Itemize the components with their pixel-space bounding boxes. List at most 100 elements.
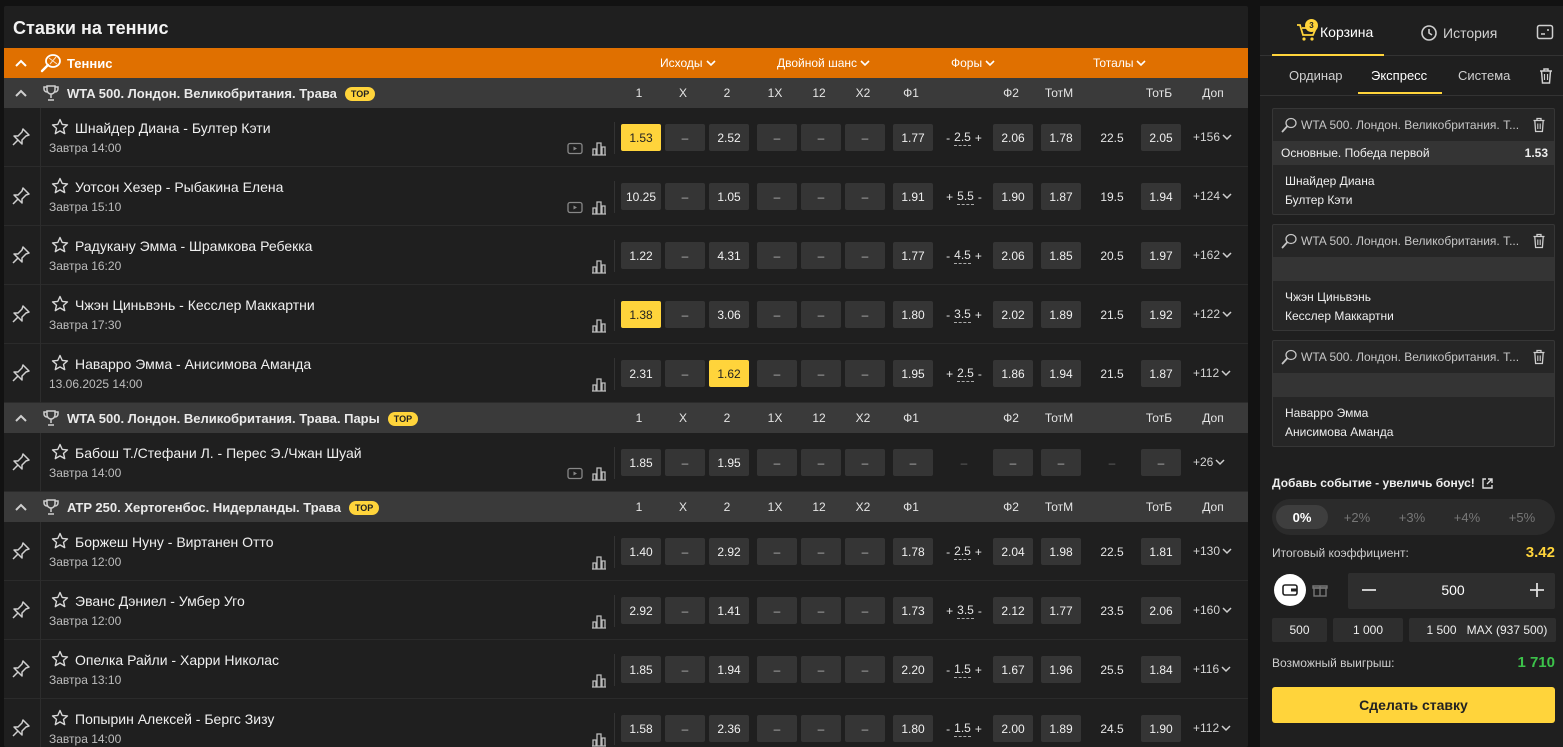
odd-button[interactable]: 1.81 xyxy=(1141,538,1181,565)
odd-button[interactable]: – xyxy=(801,183,841,210)
more-markets-button[interactable]: +122 xyxy=(1193,307,1232,321)
odd-button[interactable]: – xyxy=(801,449,841,476)
trash-icon[interactable] xyxy=(1532,233,1546,249)
total-value[interactable]: 20.5 xyxy=(1088,242,1136,269)
odd-button[interactable]: 2.52 xyxy=(709,124,749,151)
odd-button[interactable]: – xyxy=(845,449,885,476)
total-value[interactable]: 23.5 xyxy=(1088,597,1136,624)
odd-button[interactable]: 2.36 xyxy=(709,715,749,742)
odd-button[interactable]: 1.86 xyxy=(993,360,1033,387)
league-header[interactable]: WTA 500. Лондон. Великобритания. Трава TO… xyxy=(4,78,1248,108)
handicap-sign[interactable]: + xyxy=(946,604,953,618)
statistics-icon[interactable] xyxy=(591,377,607,392)
handicap-sign[interactable]: - xyxy=(946,131,950,145)
odd-button[interactable]: – xyxy=(845,715,885,742)
handicap-value[interactable]: -2.5 + xyxy=(940,538,988,565)
handicap-value[interactable]: +3.5- xyxy=(940,597,988,624)
handicap-sign[interactable]: + xyxy=(975,131,982,145)
handicap-value[interactable]: -2.5 + xyxy=(940,124,988,151)
favorite-star-icon[interactable] xyxy=(51,443,69,461)
handicap-line[interactable]: 3.5 xyxy=(957,603,974,619)
pin-icon[interactable] xyxy=(11,541,31,561)
odd-button[interactable]: – xyxy=(801,242,841,269)
handicap-sign[interactable]: - xyxy=(978,604,982,618)
bonus-option[interactable]: 0% xyxy=(1276,505,1328,529)
odd-button[interactable]: 1.40 xyxy=(621,538,661,565)
group-outcomes[interactable]: Исходы xyxy=(660,56,716,70)
tab-history[interactable]: История xyxy=(1420,24,1497,42)
bonus-title[interactable]: Добавь событие - увеличь бонус! xyxy=(1272,476,1494,490)
odd-button[interactable]: 1.78 xyxy=(1041,124,1081,151)
statistics-icon[interactable] xyxy=(591,259,607,274)
mode-express[interactable]: Экспресс xyxy=(1371,68,1427,83)
odd-button[interactable]: – xyxy=(757,301,797,328)
max-amount-button[interactable]: MAX (937 500) xyxy=(1458,618,1556,642)
statistics-icon[interactable] xyxy=(591,673,607,688)
odd-button[interactable]: – xyxy=(845,360,885,387)
event-teams[interactable]: Эванс Дэниел - Умбер Уго xyxy=(75,593,245,609)
handicap-sign[interactable]: + xyxy=(946,367,953,381)
handicap-sign[interactable]: + xyxy=(975,663,982,677)
handicap-sign[interactable]: - xyxy=(978,367,982,381)
odd-button[interactable]: 1.97 xyxy=(1141,242,1181,269)
video-icon[interactable] xyxy=(567,467,583,480)
gift-icon[interactable] xyxy=(1312,582,1328,598)
odd-button[interactable]: – xyxy=(665,538,705,565)
bonus-option[interactable]: +4% xyxy=(1441,505,1493,529)
statistics-icon[interactable] xyxy=(591,555,607,570)
odd-button[interactable]: 1.95 xyxy=(893,360,933,387)
external-link-icon[interactable] xyxy=(1481,477,1494,490)
event-teams[interactable]: Шнайдер Диана - Бултер Кэти xyxy=(75,120,271,136)
favorite-star-icon[interactable] xyxy=(51,650,69,668)
handicap-value[interactable]: -1.5 + xyxy=(940,715,988,742)
handicap-sign[interactable]: - xyxy=(946,308,950,322)
odd-button[interactable]: – xyxy=(845,597,885,624)
odd-button[interactable]: 1.94 xyxy=(1041,360,1081,387)
odd-button[interactable]: 2.12 xyxy=(993,597,1033,624)
odd-button[interactable]: – xyxy=(757,449,797,476)
odd-button[interactable]: 1.80 xyxy=(893,715,933,742)
odd-button[interactable]: – xyxy=(665,656,705,683)
odd-button[interactable]: 1.90 xyxy=(993,183,1033,210)
bonus-option[interactable]: +3% xyxy=(1386,505,1438,529)
handicap-sign[interactable]: - xyxy=(946,249,950,263)
more-markets-button[interactable]: +112 xyxy=(1193,366,1231,380)
pin-icon[interactable] xyxy=(11,127,31,147)
handicap-value[interactable]: +2.5- xyxy=(940,360,988,387)
odd-button[interactable]: – xyxy=(801,538,841,565)
odd-button[interactable]: 1.22 xyxy=(621,242,661,269)
mode-system[interactable]: Система xyxy=(1458,68,1510,83)
odd-button[interactable]: 1.95 xyxy=(709,449,749,476)
odd-button[interactable]: – xyxy=(801,597,841,624)
wallet-toggle[interactable] xyxy=(1274,574,1306,606)
more-markets-button[interactable]: +116 xyxy=(1193,662,1231,676)
odd-button[interactable]: – xyxy=(757,538,797,565)
odd-button[interactable]: 2.06 xyxy=(1141,597,1181,624)
handicap-sign[interactable]: + xyxy=(975,249,982,263)
odd-button[interactable]: 1.77 xyxy=(893,124,933,151)
odd-button[interactable]: 1.41 xyxy=(709,597,749,624)
handicap-sign[interactable]: - xyxy=(946,663,950,677)
odd-button[interactable]: – xyxy=(845,124,885,151)
handicap-line[interactable]: 1.5 xyxy=(954,721,971,737)
sport-header[interactable]: Теннис Исходы Двойной шанс Форы Тоталы xyxy=(4,48,1248,78)
event-teams[interactable]: Чжэн Циньвэнь - Кесслер Маккартни xyxy=(75,297,315,313)
odd-button[interactable]: 1.80 xyxy=(893,301,933,328)
odd-button[interactable]: – xyxy=(665,124,705,151)
event-teams[interactable]: Бабош Т./Стефани Л. - Перес Э./Чжан Шуай xyxy=(75,445,362,461)
event-teams[interactable]: Боржеш Нуну - Виртанен Отто xyxy=(75,534,273,550)
odd-button[interactable]: 1.89 xyxy=(1041,715,1081,742)
odd-button[interactable]: – xyxy=(801,301,841,328)
handicap-value[interactable]: +5.5- xyxy=(940,183,988,210)
odd-button[interactable]: – xyxy=(845,183,885,210)
odd-button[interactable]: – xyxy=(845,656,885,683)
odd-button[interactable]: – xyxy=(845,301,885,328)
odd-button[interactable]: – xyxy=(845,538,885,565)
total-value[interactable]: 24.5 xyxy=(1088,715,1136,742)
plus-icon[interactable] xyxy=(1526,579,1548,601)
total-value[interactable]: 22.5 xyxy=(1088,538,1136,565)
event-teams[interactable]: Наварро Эмма - Анисимова Аманда xyxy=(75,356,311,372)
group-totals[interactable]: Тоталы xyxy=(1093,56,1147,70)
event-teams[interactable]: Уотсон Хезер - Рыбакина Елена xyxy=(75,179,283,195)
odd-button[interactable]: – xyxy=(801,715,841,742)
